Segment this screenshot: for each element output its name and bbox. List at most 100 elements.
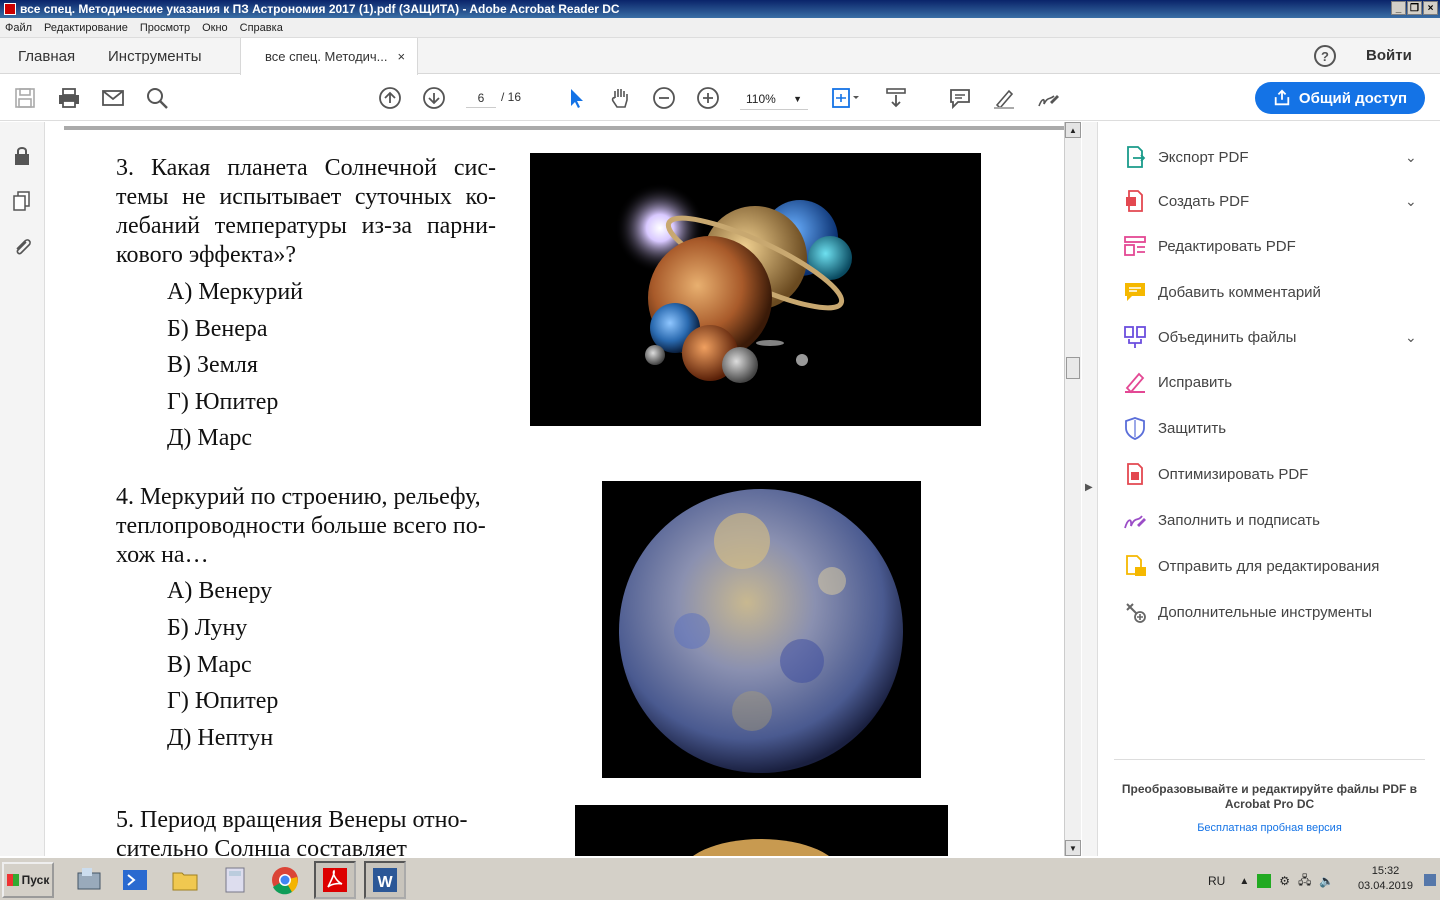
- tool-protect[interactable]: Защитить: [1123, 413, 1226, 443]
- taskbar-app-icon[interactable]: [68, 861, 110, 899]
- optimize-icon: [1127, 463, 1143, 485]
- export-pdf-icon: [1127, 146, 1146, 168]
- find-icon[interactable]: [144, 85, 170, 111]
- tab-bar: Главная Инструменты все спец. Методич...…: [0, 38, 1440, 75]
- zoom-out-icon[interactable]: [651, 85, 677, 111]
- taskbar: Пуск W RU ▲ ⚙ 🖧 🔈 15:32 03.04.2019: [0, 856, 1440, 900]
- free-trial-link[interactable]: Бесплатная пробная версия: [1114, 822, 1425, 834]
- chrome-icon[interactable]: [264, 861, 306, 899]
- pages-icon[interactable]: [11, 190, 33, 212]
- scroll-up-button[interactable]: ▲: [1065, 122, 1081, 138]
- q4-option: Б) Луну: [167, 615, 248, 641]
- attachment-icon[interactable]: [11, 236, 33, 258]
- menu-view[interactable]: Просмотр: [140, 22, 190, 34]
- print-icon[interactable]: [56, 85, 82, 111]
- select-cursor-icon[interactable]: [563, 85, 589, 111]
- tool-combine-files[interactable]: Объединить файлы ⌄: [1123, 322, 1417, 352]
- chevron-down-icon[interactable]: ⌄: [1405, 329, 1417, 346]
- tool-fill-sign[interactable]: Заполнить и подписать: [1123, 505, 1320, 535]
- save-icon[interactable]: [12, 85, 38, 111]
- clock[interactable]: 15:32 03.04.2019: [1358, 864, 1413, 894]
- vertical-scrollbar[interactable]: ▲ ▼: [1064, 122, 1081, 856]
- chevron-up-icon[interactable]: ▲: [1239, 876, 1249, 887]
- venus-image: [575, 805, 948, 856]
- window-controls: _ ❐ ×: [1391, 1, 1438, 15]
- acrobat-taskbar-icon[interactable]: [314, 861, 356, 899]
- tab-document[interactable]: все спец. Методич... ×: [240, 38, 418, 75]
- maximize-button[interactable]: ❐: [1407, 1, 1422, 15]
- sign-icon[interactable]: [1035, 85, 1061, 111]
- scroll-thumb[interactable]: [1066, 357, 1080, 379]
- system-tray: RU ▲ ⚙ 🖧 🔈 15:32 03.04.2019: [1200, 862, 1440, 900]
- calculator-icon[interactable]: [214, 861, 256, 899]
- fill-sign-icon: [1124, 515, 1146, 529]
- edit-pdf-icon: [1124, 236, 1146, 256]
- promo-text: Преобразовывайте и редактируйте файлы PD…: [1121, 782, 1418, 811]
- folder-icon[interactable]: [164, 861, 206, 899]
- signin-button[interactable]: Войти: [1366, 47, 1412, 64]
- chevron-down-icon[interactable]: ⌄: [1405, 193, 1417, 210]
- chevron-down-icon: ▼: [793, 93, 802, 104]
- zoom-in-icon[interactable]: [695, 85, 721, 111]
- q4-text: 4. Меркурий по строению, рельефу, теплоп…: [116, 483, 500, 570]
- tool-fix[interactable]: Исправить: [1123, 367, 1232, 397]
- tool-edit-pdf[interactable]: Редактировать PDF: [1123, 231, 1296, 261]
- show-desktop-icon[interactable]: [1424, 874, 1436, 886]
- tool-more-tools[interactable]: Дополнительные инструменты: [1123, 597, 1372, 627]
- comment-icon: [1125, 283, 1145, 301]
- previous-page-icon[interactable]: [377, 85, 403, 111]
- comment-tool-icon[interactable]: [947, 85, 973, 111]
- start-button[interactable]: Пуск: [2, 862, 54, 898]
- tab-close-button[interactable]: ×: [398, 49, 406, 64]
- tool-label: Исправить: [1158, 373, 1233, 391]
- hand-tool-icon[interactable]: [607, 85, 633, 111]
- tool-optimize-pdf[interactable]: Оптимизировать PDF: [1123, 459, 1308, 489]
- q4-option: А) Венеру: [167, 578, 273, 604]
- language-indicator[interactable]: RU: [1208, 874, 1225, 888]
- close-window-button[interactable]: ×: [1423, 1, 1438, 15]
- tool-send-for-review[interactable]: Отправить для редактирования: [1123, 551, 1379, 581]
- tray-app-icon[interactable]: [1257, 874, 1272, 888]
- tab-home[interactable]: Главная: [18, 38, 75, 74]
- lock-icon[interactable]: [11, 144, 33, 166]
- page-number-input[interactable]: [466, 88, 496, 108]
- tool-label: Защитить: [1158, 419, 1227, 437]
- tool-label: Создать PDF: [1158, 192, 1250, 210]
- gear-icon[interactable]: ⚙: [1279, 874, 1290, 888]
- tool-label: Заполнить и подписать: [1158, 511, 1320, 529]
- help-icon[interactable]: ?: [1314, 45, 1336, 67]
- word-icon[interactable]: W: [364, 861, 406, 899]
- network-icon[interactable]: 🖧: [1298, 871, 1311, 892]
- next-page-icon[interactable]: [421, 85, 447, 111]
- fit-page-icon[interactable]: [827, 85, 863, 111]
- minimize-button[interactable]: _: [1391, 1, 1406, 15]
- scroll-mode-icon[interactable]: [883, 85, 909, 111]
- scroll-down-button[interactable]: ▼: [1065, 840, 1081, 856]
- tab-tools[interactable]: Инструменты: [108, 38, 202, 74]
- tool-create-pdf[interactable]: Создать PDF ⌄: [1123, 186, 1417, 216]
- volume-icon[interactable]: 🔈: [1319, 874, 1334, 888]
- more-tools-icon: [1126, 603, 1146, 623]
- tool-label: Экспорт PDF: [1158, 148, 1249, 166]
- email-icon[interactable]: [100, 85, 126, 111]
- collapse-right-icon[interactable]: ▶: [1085, 482, 1093, 493]
- q3-text: 3. Какая планета Солнечной сис- темы не …: [116, 154, 496, 241]
- svg-text:W: W: [377, 874, 393, 891]
- toolbar: [0, 75, 1440, 121]
- send-review-icon: [1126, 555, 1146, 576]
- q4-line: теплопроводности больше всего по-: [116, 513, 486, 539]
- menu-edit[interactable]: Редактирование: [44, 22, 128, 34]
- left-rail: [0, 122, 45, 856]
- share-button[interactable]: Общий доступ: [1255, 82, 1425, 114]
- clock-date: 03.04.2019: [1357, 880, 1413, 892]
- zoom-dropdown[interactable]: 110% ▼: [740, 88, 808, 110]
- powershell-icon[interactable]: [114, 861, 156, 899]
- highlight-pen-icon[interactable]: [991, 85, 1017, 111]
- q4-option: В) Марс: [167, 652, 252, 678]
- tool-export-pdf[interactable]: Экспорт PDF ⌄: [1123, 142, 1417, 172]
- chevron-down-icon[interactable]: ⌄: [1405, 149, 1417, 166]
- menu-window[interactable]: Окно: [202, 22, 228, 34]
- tool-add-comment[interactable]: Добавить комментарий: [1123, 277, 1321, 307]
- menu-help[interactable]: Справка: [240, 22, 283, 34]
- menu-file[interactable]: Файл: [5, 22, 32, 34]
